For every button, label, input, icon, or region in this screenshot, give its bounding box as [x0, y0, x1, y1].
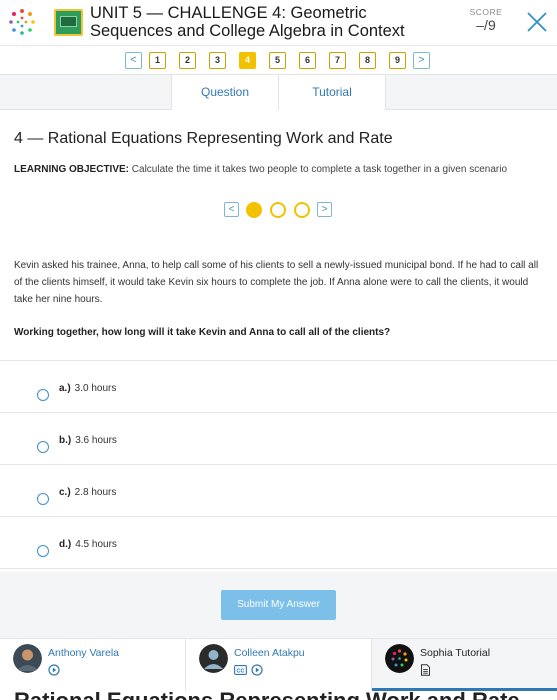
learning-objective: LEARNING OBJECTIVE: Calculate the time i…	[14, 164, 554, 175]
tutor-icons	[48, 663, 60, 676]
radio-button[interactable]	[37, 441, 49, 453]
tutor-card-anthony-varela[interactable]: Anthony Varela	[0, 639, 186, 691]
answer-option-a[interactable]: a.) 3.0 hours	[0, 361, 557, 413]
step-dot-1-current[interactable]	[246, 202, 262, 218]
question-title: 4 — Rational Equations Representing Work…	[14, 130, 393, 147]
step-next-button[interactable]: >	[317, 202, 332, 217]
objective-label: LEARNING OBJECTIVE:	[14, 164, 130, 175]
step-prev-button[interactable]: <	[224, 202, 239, 217]
tutor-icons	[420, 663, 431, 676]
answer-letter: b.)	[59, 435, 72, 446]
answer-value: 3.6 hours	[75, 435, 117, 446]
step-dot-3[interactable]	[294, 202, 310, 218]
answer-value: 4.5 hours	[75, 539, 117, 550]
answer-letter: a.)	[59, 383, 71, 394]
tab-question[interactable]: Question	[171, 75, 279, 110]
tutor-name: Colleen Atakpu	[234, 647, 305, 659]
page-button-6[interactable]: 6	[299, 52, 316, 69]
page-button-1[interactable]: 1	[149, 52, 166, 69]
answer-option-d[interactable]: d.) 4.5 hours	[0, 517, 557, 569]
answer-list: a.) 3.0 hours b.) 3.6 hours c.) 2.8 hours d…	[0, 360, 557, 572]
svg-text:CC: CC	[236, 668, 244, 674]
avatar	[13, 644, 42, 673]
unit-title-line1: UNIT 5 — CHALLENGE 4: Geometric	[90, 4, 367, 22]
radio-button[interactable]	[37, 493, 49, 505]
sophia-logo-icon[interactable]	[6, 6, 38, 38]
answer-letter: c.)	[59, 487, 71, 498]
play-icon[interactable]	[251, 664, 264, 676]
page-button-9[interactable]: 9	[389, 52, 406, 69]
unit-title: UNIT 5 — CHALLENGE 4: Geometric Sequence…	[90, 4, 440, 40]
answer-text: d.) 4.5 hours	[59, 539, 117, 550]
close-icon[interactable]	[524, 9, 550, 35]
submit-answer-button[interactable]: Submit My Answer	[221, 590, 336, 620]
question-prompt: Working together, how long will it take …	[14, 327, 391, 338]
page-button-4-current[interactable]: 4	[239, 52, 256, 69]
answer-value: 2.8 hours	[74, 487, 117, 498]
score-value: –/9	[476, 17, 496, 33]
tutor-icons: CC	[234, 663, 264, 676]
step-dot-2[interactable]	[270, 202, 286, 218]
pager-next-button[interactable]: >	[413, 52, 430, 69]
question-pager: < 1 2 3 4 5 6 7 8 9 >	[0, 47, 557, 74]
cc-icon[interactable]: CC	[234, 664, 247, 676]
radio-button[interactable]	[37, 389, 49, 401]
tutor-bar: Anthony Varela Colleen Atakpu CC Sophia …	[0, 638, 557, 691]
answer-text: a.) 3.0 hours	[59, 383, 116, 394]
answer-letter: d.)	[59, 539, 72, 550]
tab-bar: Question Tutorial	[0, 74, 557, 110]
page-button-2[interactable]: 2	[179, 52, 196, 69]
sophia-logo-icon	[385, 644, 414, 673]
question-passage: Kevin asked his trainee, Anna, to help c…	[14, 260, 539, 305]
score-label: SCORE	[469, 7, 503, 17]
answer-text: c.) 2.8 hours	[59, 487, 116, 498]
play-icon[interactable]	[48, 664, 60, 676]
header: UNIT 5 — CHALLENGE 4: Geometric Sequence…	[0, 0, 557, 46]
avatar	[199, 644, 228, 673]
unit-title-line2: Sequences and College Algebra in Context	[90, 22, 405, 40]
step-nav: < >	[0, 202, 557, 220]
page-button-8[interactable]: 8	[359, 52, 376, 69]
page-button-5[interactable]: 5	[269, 52, 286, 69]
radio-button[interactable]	[37, 545, 49, 557]
objective-text: Calculate the time it takes two people t…	[131, 164, 508, 175]
answer-value: 3.0 hours	[74, 383, 117, 394]
tutor-card-sophia-tutorial[interactable]: Sophia Tutorial	[372, 639, 557, 691]
tutor-name: Sophia Tutorial	[420, 647, 491, 659]
page-button-7[interactable]: 7	[329, 52, 346, 69]
tab-tutorial[interactable]: Tutorial	[278, 75, 386, 110]
answer-option-c[interactable]: c.) 2.8 hours	[0, 465, 557, 517]
answer-option-b[interactable]: b.) 3.6 hours	[0, 413, 557, 465]
tutor-name: Anthony Varela	[48, 647, 120, 659]
page-button-3[interactable]: 3	[209, 52, 226, 69]
document-icon[interactable]	[420, 664, 431, 676]
pager-prev-button[interactable]: <	[125, 52, 142, 69]
tutor-card-colleen-atakpu[interactable]: Colleen Atakpu CC	[186, 639, 372, 691]
answer-text: b.) 3.6 hours	[59, 435, 117, 446]
page-heading-cutoff: Rational Equations Representing Work and…	[14, 688, 520, 700]
chalkboard-icon	[54, 9, 83, 36]
